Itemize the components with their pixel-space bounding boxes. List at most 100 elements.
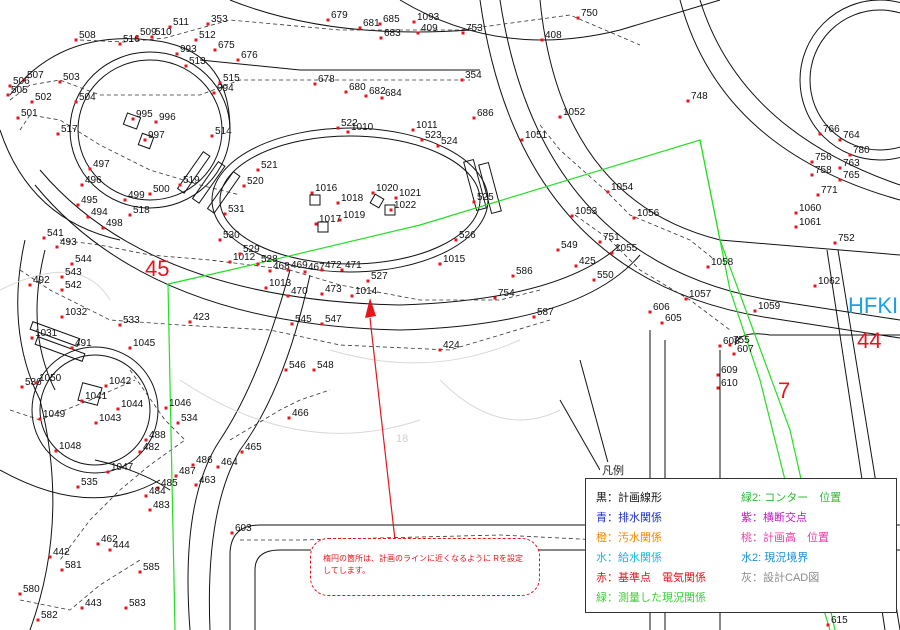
note-bubble: 楕円の箇所は、計画のラインに近くなるように Rを設定してします。 (310, 538, 540, 596)
survey-point-label: 471 (345, 260, 362, 271)
survey-point-label: 442 (53, 547, 70, 558)
survey-point-label: 513 (189, 56, 206, 67)
survey-point-marker (18, 592, 22, 596)
survey-point-marker (303, 270, 307, 274)
legend-row-cyan2: 水2: 現況境界 (741, 552, 809, 564)
survey-point-label: 1058 (711, 257, 734, 268)
survey-point-marker (56, 132, 60, 136)
survey-point-label: 525 (477, 192, 494, 203)
survey-point-marker (74, 38, 78, 42)
survey-point-label: 1053 (575, 206, 598, 217)
survey-point-label: 472 (325, 260, 342, 271)
survey-point-label: 543 (65, 267, 82, 278)
survey-point-label: 1018 (341, 193, 364, 204)
survey-point-label: 585 (143, 562, 160, 573)
survey-point-label: 486 (196, 455, 213, 466)
survey-point-label: 545 (295, 314, 312, 325)
survey-point-marker (188, 320, 192, 324)
survey-point-marker (592, 278, 596, 282)
survey-point-marker (148, 508, 152, 512)
survey-point-label: 605 (665, 313, 682, 324)
survey-point-label: 353 (211, 14, 228, 25)
survey-point-marker (148, 192, 152, 196)
survey-point-marker (336, 201, 340, 205)
survey-point-label: 530 (223, 230, 240, 241)
survey-point-label: 1042 (109, 376, 132, 387)
survey-point-label: 512 (199, 30, 216, 41)
survey-point-label: 1060 (799, 203, 822, 214)
survey-point-marker (632, 216, 636, 220)
survey-point-label: 675 (218, 40, 235, 51)
survey-point-label: 758 (815, 165, 832, 176)
survey-point-marker (48, 555, 52, 559)
survey-point-marker (223, 212, 227, 216)
survey-point-label: 994 (217, 83, 234, 94)
survey-point-marker (184, 64, 188, 68)
contour-label-18: 18 (396, 433, 408, 445)
survey-point-marker (194, 483, 198, 487)
survey-point-marker (810, 173, 814, 177)
survey-point-marker (216, 465, 220, 469)
survey-point-label: 1015 (443, 254, 466, 265)
survey-point-label: 491 (75, 338, 92, 349)
survey-point-label: 1056 (637, 208, 660, 219)
survey-point-label: 681 (363, 18, 380, 29)
survey-point-marker (123, 198, 127, 202)
survey-point-marker (76, 203, 80, 207)
legend-row-red: 赤：基準点 電気関係 (596, 572, 706, 584)
survey-point-label: 444 (113, 540, 130, 551)
survey-point-label: 679 (331, 10, 348, 21)
area-label-7: 7 (778, 378, 790, 403)
survey-point-marker (28, 283, 32, 287)
survey-point-marker (336, 126, 340, 130)
survey-point-label: 750 (581, 8, 598, 19)
survey-point-label: 580 (23, 584, 40, 595)
survey-point-label: 550 (597, 270, 614, 281)
survey-point-marker (686, 99, 690, 103)
survey-point-label: 607 (737, 344, 754, 355)
survey-point-marker (38, 417, 42, 421)
survey-point-label: 484 (149, 486, 166, 497)
survey-point-label: 466 (292, 408, 309, 419)
survey-point-marker (371, 191, 375, 195)
survey-point-label: 482 (143, 442, 160, 453)
survey-point-marker (472, 116, 476, 120)
survey-point-label: 1048 (59, 441, 82, 452)
survey-point-marker (16, 116, 20, 120)
survey-point-label: 1013 (269, 278, 292, 289)
survey-point-marker (472, 200, 476, 204)
survey-point-marker (610, 251, 614, 255)
survey-point-label: 1021 (399, 188, 422, 199)
survey-point-marker (128, 346, 132, 350)
survey-point-label: 473 (325, 284, 342, 295)
survey-point-label: 470 (291, 286, 308, 297)
survey-point-label: 493 (60, 237, 77, 248)
survey-point-marker (511, 274, 515, 278)
survey-point-label: 463 (199, 475, 216, 486)
survey-point-label: 517 (61, 124, 78, 135)
survey-point-label: 754 (498, 288, 515, 299)
survey-point-label: 1051 (525, 130, 548, 141)
survey-point-label: 1047 (111, 462, 134, 473)
survey-point-label: 494 (91, 207, 108, 218)
survey-point-label: 1032 (65, 307, 88, 318)
survey-point-marker (264, 286, 268, 290)
survey-point-marker (86, 215, 90, 219)
survey-point-marker (320, 268, 324, 272)
survey-point-label: 529 (243, 244, 260, 255)
survey-point-label: 1054 (611, 182, 634, 193)
survey-point-label: 408 (545, 30, 562, 41)
survey-point-marker (338, 218, 342, 222)
legend-row-green: 緑：測量した現況関係 (596, 592, 706, 604)
survey-point-marker (30, 336, 34, 340)
survey-point-label: 582 (41, 610, 58, 621)
survey-point-marker (58, 80, 62, 84)
survey-point-marker (532, 315, 536, 319)
survey-point-marker (493, 296, 497, 300)
survey-point-marker (287, 416, 291, 420)
survey-point-marker (256, 262, 260, 266)
survey-point-label: 487 (179, 466, 196, 477)
survey-point-marker (118, 42, 122, 46)
survey-point-marker (144, 494, 148, 498)
survey-point-marker (80, 606, 84, 610)
